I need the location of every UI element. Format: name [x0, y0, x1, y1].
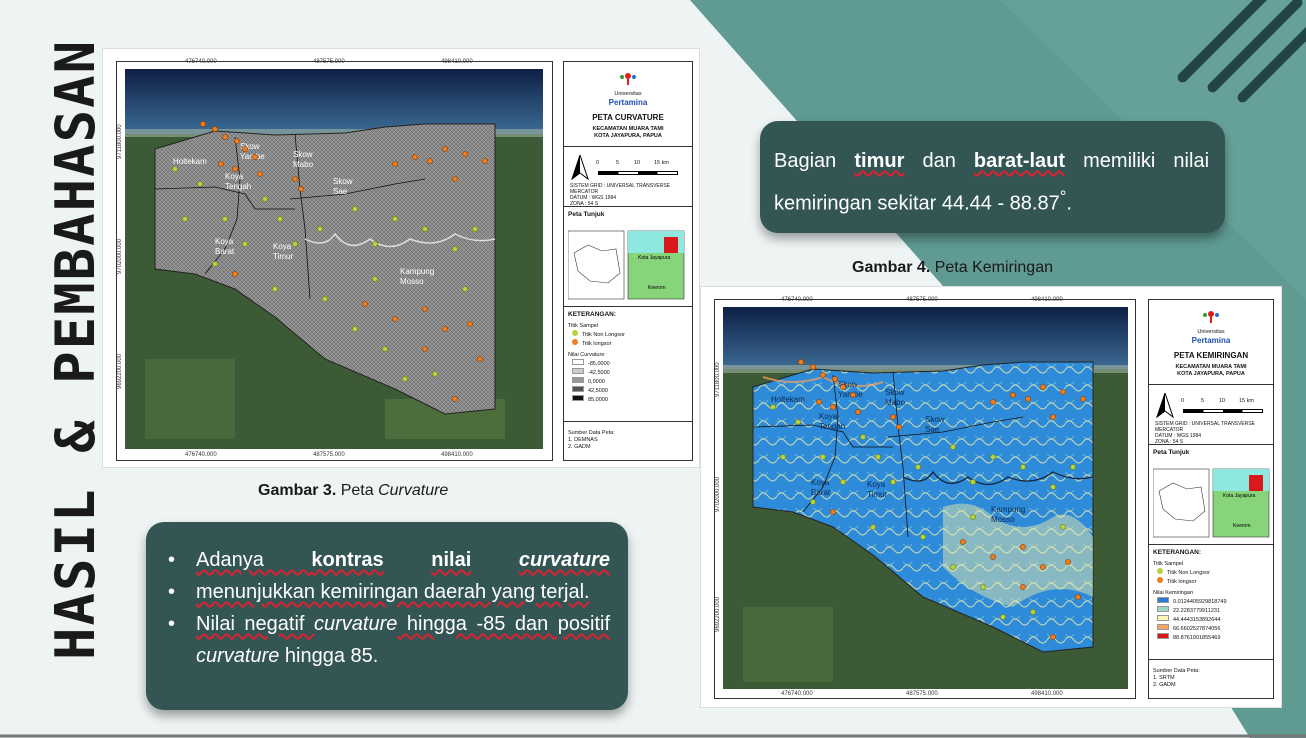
map-title: PETA CURVATURE: [592, 113, 664, 122]
svg-text:Tengah: Tengah: [225, 182, 251, 191]
svg-text:Mosso: Mosso: [991, 515, 1015, 524]
peta-tunjuk-title: Peta Tunjuk: [568, 211, 605, 218]
map-kemiringan-frame: Holtekam Skow Yambe Skow Mabo Koya Tenga…: [700, 286, 1282, 708]
y-coord-left: 9702000.000: [117, 238, 123, 274]
peta-tunjuk-title: Peta Tunjuk: [1153, 449, 1190, 456]
university-logo: Universitas Pertamina: [564, 70, 692, 107]
y-coord-left: 9692200.000: [117, 353, 123, 389]
university-logo: Universitas Pertamina: [1149, 308, 1273, 345]
keterangan-title: KETERANGAN:: [568, 311, 617, 318]
map-kemiringan-legend: Universitas Pertamina PETA KEMIRINGAN KE…: [1148, 299, 1274, 699]
svg-text:Skow: Skow: [885, 388, 905, 397]
svg-text:Koya: Koya: [811, 478, 830, 487]
longsor-swatch: [572, 339, 578, 345]
caption-gambar-4: Gambar 4. Peta Kemiringan: [852, 259, 1053, 276]
svg-text:Mosso: Mosso: [400, 277, 424, 286]
svg-text:Barat: Barat: [215, 247, 235, 256]
x-coord-bottom: 487575.000: [313, 452, 345, 458]
caption-gambar-3: Gambar 3. Peta Curvature: [258, 482, 449, 499]
sumber-data: Sumber Data Peta: 1. DEMNAS 2. GADM: [568, 430, 615, 450]
svg-text:Holtekam: Holtekam: [771, 395, 805, 404]
x-coord-bottom: 476740.000: [185, 452, 217, 458]
sumber-data: Sumber Data Peta: 1. SRTM 2. GADM: [1153, 668, 1200, 688]
svg-text:Koya: Koya: [273, 242, 292, 251]
svg-text:Skow: Skow: [333, 177, 353, 186]
svg-text:Sae: Sae: [925, 425, 940, 434]
location-line: KECAMATAN MUARA TAMI: [592, 126, 664, 132]
map-curvature: Holtekam Skow Yambe Skow Mabo Koya Tenga…: [125, 69, 543, 449]
info-box: Bagian timur dan barat-laut memiliki nil…: [760, 121, 1225, 233]
grid-info: SISTEM GRID : UNIVERSAL TRANSVERSE MERCA…: [570, 183, 671, 207]
slide: HASIL & PEMBAHASAN Holtekam Skow Skow Ma…: [0, 0, 1306, 738]
svg-text:Skow: Skow: [293, 150, 313, 159]
inset-map: Kota Jayapura Keerom: [1153, 468, 1270, 538]
location-line: KOTA JAYAPURA, PAPUA: [1177, 371, 1245, 377]
x-coord-top: 487575.000: [906, 297, 938, 303]
svg-text:Keerom: Keerom: [1233, 523, 1251, 529]
non-longsor-swatch: [572, 330, 578, 336]
map-curvature-legend: Universitas Pertamina PETA CURVATURE KEC…: [563, 61, 693, 461]
x-coord-top: 476740.000: [185, 59, 217, 65]
x-coord-top: 476740.000: [781, 297, 813, 303]
bullet-box: Adanya kontras nilai curvature menunjukk…: [146, 522, 628, 710]
x-coord-top: 487575.000: [313, 59, 345, 65]
svg-text:Holtekam: Holtekam: [173, 157, 207, 166]
inset-map: Kota Jayapura Keerom: [568, 230, 685, 300]
keterangan-title: KETERANGAN:: [1153, 549, 1202, 556]
y-coord-left: 9711800.000: [715, 362, 721, 397]
svg-text:Sae: Sae: [333, 187, 348, 196]
x-coord-bottom: 498410.000: [1031, 691, 1063, 697]
svg-text:Kampung: Kampung: [400, 267, 434, 276]
bullet-item: Nilai negatif curvature hingga -85 dan p…: [166, 608, 610, 672]
x-coord-bottom: 498410.000: [441, 452, 473, 458]
north-arrow-icon: [571, 155, 589, 181]
svg-text:Barat: Barat: [811, 488, 831, 497]
bullet-item: Adanya kontras nilai curvature: [166, 544, 610, 576]
grid-info: SISTEM GRID : UNIVERSAL TRANSVERSE MERCA…: [1155, 421, 1256, 445]
map-title: PETA KEMIRINGAN: [1173, 351, 1249, 360]
svg-text:Mabo: Mabo: [293, 160, 314, 169]
svg-text:Tengah: Tengah: [819, 422, 845, 431]
slide-title: HASIL & PEMBAHASAN: [44, 38, 107, 660]
y-coord-left: 9692200.000: [715, 596, 721, 632]
scale-bar: [598, 171, 678, 175]
svg-text:Kampung: Kampung: [991, 505, 1025, 514]
bullet-item-cont: menunjukkan kemiringan daerah yang terja…: [166, 576, 610, 608]
svg-text:Koya: Koya: [215, 237, 234, 246]
svg-text:Koya: Koya: [819, 412, 838, 421]
x-coord-top: 498410.000: [441, 59, 473, 65]
svg-text:Kota Jayapura: Kota Jayapura: [638, 255, 670, 261]
map-kemiringan: Holtekam Skow Yambe Skow Mabo Koya Tenga…: [723, 307, 1128, 689]
map-curvature-frame: Holtekam Skow Yambe Skow Mabo Koya Tenga…: [102, 48, 700, 468]
y-coord-left: 9711800.000: [117, 124, 123, 159]
location-line: KECAMATAN MUARA TAMI: [1175, 364, 1247, 370]
location-line: KOTA JAYAPURA, PAPUA: [594, 133, 662, 139]
svg-text:Timur: Timur: [867, 490, 887, 499]
svg-text:Keerom: Keerom: [648, 285, 666, 291]
x-coord-bottom: 487575.000: [906, 691, 938, 697]
x-coord-bottom: 476740.000: [781, 691, 813, 697]
y-coord-left: 9702000.000: [715, 476, 721, 512]
svg-text:Timur: Timur: [273, 252, 293, 261]
svg-text:Mabo: Mabo: [885, 398, 906, 407]
scale-bar: [1183, 409, 1263, 413]
x-coord-top: 498410.000: [1031, 297, 1063, 303]
north-arrow-icon: [1156, 393, 1174, 419]
svg-text:Koya: Koya: [867, 480, 886, 489]
svg-text:Kota Jayapura: Kota Jayapura: [1223, 493, 1255, 499]
svg-text:Skow: Skow: [925, 415, 945, 424]
svg-text:Koya: Koya: [225, 172, 244, 181]
